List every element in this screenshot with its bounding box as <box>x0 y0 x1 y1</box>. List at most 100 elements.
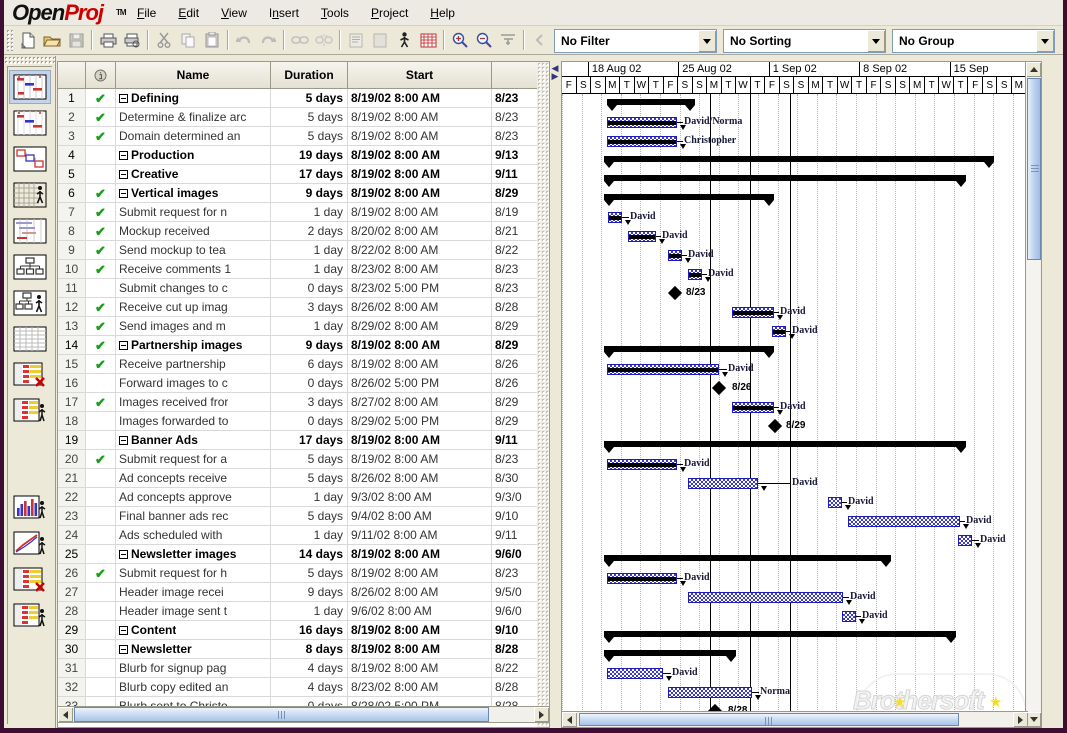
row-start[interactable]: 8/19/02 8:00 AM <box>348 203 492 222</box>
row-name-cell[interactable]: Forward images to c <box>116 374 271 393</box>
table-hscroll-thumb[interactable] <box>74 707 489 722</box>
row-name-cell[interactable]: Ads scheduled with <box>116 526 271 545</box>
indicator-icon[interactable] <box>86 62 116 88</box>
previous-icon[interactable] <box>528 29 552 52</box>
row-duration[interactable]: 1 day <box>271 317 348 336</box>
row-name-cell[interactable]: Submit request for n <box>116 203 271 222</box>
row-id[interactable]: 15 <box>58 355 86 374</box>
table-row[interactable]: 22Ad concepts approve1 day9/3/02 8:00 AM… <box>58 488 549 507</box>
cut-icon[interactable] <box>152 29 176 52</box>
table-row[interactable]: 5Creative17 days8/19/02 8:00 AM9/11 <box>58 165 549 184</box>
sidebar-item-resource-sheet-close[interactable] <box>9 563 51 597</box>
row-duration[interactable]: 1 day <box>271 488 348 507</box>
row-duration[interactable]: 3 days <box>271 298 348 317</box>
chevron-down-icon[interactable] <box>866 30 885 52</box>
row-name-cell[interactable]: Defining <box>116 89 271 108</box>
table-row[interactable]: 23Final banner ads rec5 days9/4/02 8:00 … <box>58 507 549 526</box>
row-id[interactable]: 13 <box>58 317 86 336</box>
gantt-bars-area[interactable]: David/NormaChristopherDavidDavidDavidDav… <box>562 94 1041 714</box>
row-start[interactable]: 8/19/02 8:00 AM <box>348 165 492 184</box>
row-name-cell[interactable]: Newsletter images <box>116 545 271 564</box>
notes-icon[interactable] <box>368 29 392 52</box>
table-row[interactable]: 4Production19 days8/19/02 8:00 AM9/13 <box>58 146 549 165</box>
menu-file[interactable]: File <box>126 3 167 23</box>
row-id[interactable]: 16 <box>58 374 86 393</box>
table-row[interactable]: 7✔Submit request for n1 day8/19/02 8:00 … <box>58 203 549 222</box>
sidebar-item-task-sheet[interactable] <box>9 322 51 356</box>
collapse-expander-icon[interactable] <box>119 550 128 559</box>
row-start[interactable]: 8/29/02 5:00 PM <box>348 412 492 431</box>
collapse-expander-icon[interactable] <box>119 645 128 654</box>
row-name-cell[interactable]: Blurb for signup pag <box>116 659 271 678</box>
row-duration[interactable]: 4 days <box>271 659 348 678</box>
row-start[interactable]: 8/19/02 8:00 AM <box>348 355 492 374</box>
row-start[interactable]: 8/26/02 8:00 AM <box>348 583 492 602</box>
table-vertical-scroll-strip[interactable] <box>537 62 549 727</box>
row-start[interactable]: 9/6/02 8:00 AM <box>348 602 492 621</box>
row-duration[interactable]: 5 days <box>271 450 348 469</box>
row-start[interactable]: 8/19/02 8:00 AM <box>348 108 492 127</box>
gantt-task-bar[interactable] <box>958 535 972 546</box>
sidebar-item-tracking-gantt[interactable] <box>9 106 51 140</box>
group-dropdown[interactable]: No Group <box>892 29 1055 53</box>
gantt-task-bar[interactable] <box>688 478 758 489</box>
assign-resources-icon[interactable] <box>392 29 416 52</box>
gantt-vscroll-thumb[interactable] <box>1027 78 1041 260</box>
chevron-down-icon[interactable] <box>1035 30 1054 52</box>
gantt-task-bar[interactable] <box>772 326 786 337</box>
row-id[interactable]: 14 <box>58 336 86 355</box>
table-row[interactable]: 12✔Receive cut up imag3 days8/26/02 8:00… <box>58 298 549 317</box>
row-id[interactable]: 24 <box>58 526 86 545</box>
row-duration[interactable]: 0 days <box>271 279 348 298</box>
undo-icon[interactable] <box>232 29 256 52</box>
table-row[interactable]: 15✔Receive partnership6 days8/19/02 8:00… <box>58 355 549 374</box>
gantt-summary-bar[interactable] <box>604 175 966 181</box>
table-row[interactable]: 11Submit changes to c0 days8/23/02 5:00 … <box>58 279 549 298</box>
row-id[interactable]: 21 <box>58 469 86 488</box>
scroll-left-icon[interactable] <box>562 712 577 727</box>
row-duration[interactable]: 14 days <box>271 545 348 564</box>
row-id[interactable]: 12 <box>58 298 86 317</box>
column-header-duration[interactable]: Duration <box>271 62 348 88</box>
row-start[interactable]: 8/19/02 8:00 AM <box>348 336 492 355</box>
row-start[interactable]: 9/4/02 8:00 AM <box>348 507 492 526</box>
open-project-icon[interactable] <box>40 29 64 52</box>
column-header-id[interactable] <box>58 62 86 88</box>
table-row[interactable]: 20✔Submit request for a5 days8/19/02 8:0… <box>58 450 549 469</box>
scroll-down-icon[interactable] <box>1026 712 1041 727</box>
row-id[interactable]: 9 <box>58 241 86 260</box>
column-header-start[interactable]: Start <box>348 62 492 88</box>
row-duration[interactable]: 1 day <box>271 241 348 260</box>
gantt-task-bar[interactable] <box>688 269 702 280</box>
row-duration[interactable]: 5 days <box>271 469 348 488</box>
gantt-horizontal-scrollbar[interactable] <box>562 711 1028 727</box>
row-duration[interactable]: 17 days <box>271 431 348 450</box>
row-start[interactable]: 8/20/02 8:00 AM <box>348 222 492 241</box>
row-start[interactable]: 8/19/02 8:00 AM <box>348 184 492 203</box>
gantt-task-bar[interactable] <box>608 212 622 223</box>
menu-insert[interactable]: Insert <box>258 3 310 23</box>
row-start[interactable]: 9/3/02 8:00 AM <box>348 488 492 507</box>
print-icon[interactable] <box>96 29 120 52</box>
row-duration[interactable]: 5 days <box>271 108 348 127</box>
row-duration[interactable]: 5 days <box>271 127 348 146</box>
row-duration[interactable]: 5 days <box>271 507 348 526</box>
sidebar-item-resource-sheet[interactable] <box>9 599 51 633</box>
table-row[interactable]: 25Newsletter images14 days8/19/02 8:00 A… <box>58 545 549 564</box>
row-name-cell[interactable]: Vertical images <box>116 184 271 203</box>
gantt-milestone-marker[interactable] <box>768 419 782 433</box>
row-id[interactable]: 10 <box>58 260 86 279</box>
row-start[interactable]: 8/19/02 8:00 AM <box>348 431 492 450</box>
table-row[interactable]: 24Ads scheduled with1 day9/11/02 8:00 AM… <box>58 526 549 545</box>
redo-icon[interactable] <box>256 29 280 52</box>
gantt-summary-bar[interactable] <box>604 194 774 200</box>
row-id[interactable]: 20 <box>58 450 86 469</box>
scroll-right-icon[interactable] <box>534 707 549 722</box>
row-duration[interactable]: 0 days <box>271 374 348 393</box>
paste-icon[interactable] <box>200 29 224 52</box>
table-row[interactable]: 18Images forwarded to0 days8/29/02 5:00 … <box>58 412 549 431</box>
row-name-cell[interactable]: Receive comments 1 <box>116 260 271 279</box>
row-id[interactable]: 30 <box>58 640 86 659</box>
row-start[interactable]: 8/19/02 8:00 AM <box>348 545 492 564</box>
sidebar-item-task-usage[interactable] <box>9 178 51 212</box>
